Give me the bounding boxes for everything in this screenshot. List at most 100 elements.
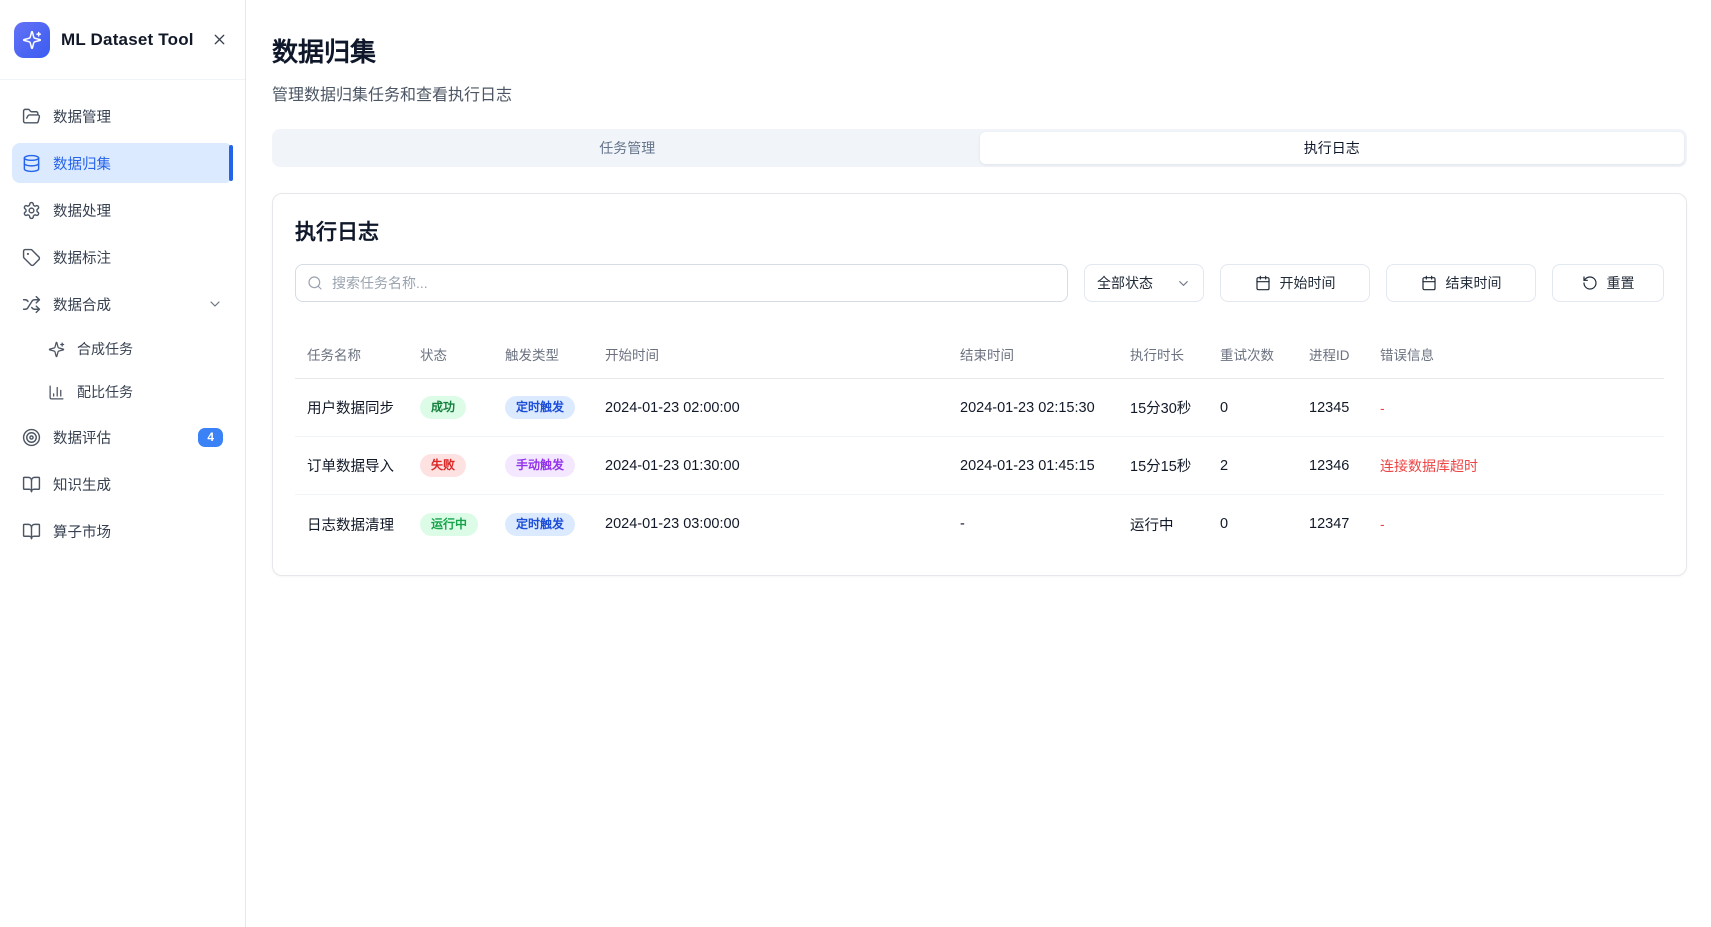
duration-cell: 15分30秒 [1118, 397, 1208, 418]
panel-title: 执行日志 [295, 216, 1664, 246]
tab-execution-logs[interactable]: 执行日志 [980, 132, 1685, 164]
status-badge: 失败 [420, 454, 466, 477]
column-header: 执行时长 [1118, 324, 1208, 378]
task-name-cell: 用户数据同步 [295, 397, 408, 418]
trigger-badge: 手动触发 [505, 454, 575, 477]
end-time-cell: 2024-01-23 02:15:30 [948, 400, 1118, 416]
sidebar-item-label: 数据归集 [53, 153, 111, 174]
reset-label: 重置 [1607, 273, 1635, 293]
book-icon [22, 522, 41, 541]
retry-count-cell: 0 [1208, 516, 1297, 532]
sidebar-item-ratio-task[interactable]: 配比任务 [12, 374, 233, 410]
rotate-ccw-icon [1582, 275, 1598, 291]
process-id-cell: 12347 [1297, 516, 1368, 532]
sidebar-item-data-evaluation[interactable]: 数据评估 4 [12, 417, 233, 457]
sidebar-nav: 数据管理 数据归集 数据处理 数据标注 数据合成 合成任务 配比任务 数据评估 … [0, 80, 245, 927]
trigger-cell: 定时触发 [493, 513, 593, 536]
sidebar-item-label: 数据评估 [53, 427, 111, 448]
sidebar-item-knowledge-gen[interactable]: 知识生成 [12, 464, 233, 504]
trigger-cell: 手动触发 [493, 454, 593, 477]
sidebar-item-label: 知识生成 [53, 474, 111, 495]
status-badge: 成功 [420, 396, 466, 419]
column-header: 任务名称 [295, 324, 408, 378]
retry-count-cell: 0 [1208, 400, 1297, 416]
start-time-cell: 2024-01-23 01:30:00 [593, 458, 948, 474]
search-icon [307, 275, 323, 291]
sidebar-item-data-collection[interactable]: 数据归集 [12, 143, 233, 183]
log-table-body: 用户数据同步 成功 定时触发 2024-01-23 02:00:00 2024-… [295, 379, 1664, 553]
log-table-header: 任务名称状态触发类型开始时间结束时间执行时长重试次数进程ID错误信息 [295, 324, 1664, 379]
sparkles-icon [48, 341, 65, 358]
folder-icon [22, 107, 41, 126]
search-input[interactable] [295, 264, 1068, 302]
column-header: 错误信息 [1368, 324, 1664, 378]
status-cell: 成功 [408, 396, 493, 419]
reset-button[interactable]: 重置 [1552, 264, 1664, 302]
duration-cell: 运行中 [1118, 514, 1208, 535]
filter-toolbar: 全部状态 开始时间 结束时间 重置 [295, 264, 1664, 302]
table-row: 用户数据同步 成功 定时触发 2024-01-23 02:00:00 2024-… [295, 379, 1664, 437]
status-filter-select[interactable]: 全部状态 [1084, 264, 1204, 302]
calendar-icon [1255, 275, 1271, 291]
process-id-cell: 12345 [1297, 400, 1368, 416]
column-header: 状态 [408, 324, 493, 378]
chevron-down-icon [207, 296, 223, 312]
task-name-cell: 订单数据导入 [295, 455, 408, 476]
sidebar-item-synthesis-task[interactable]: 合成任务 [12, 331, 233, 367]
search-field-wrap [295, 264, 1068, 302]
end-time-cell: 2024-01-23 01:45:15 [948, 458, 1118, 474]
sidebar-item-label: 数据标注 [53, 247, 111, 268]
sidebar-item-label: 数据处理 [53, 200, 111, 221]
sidebar-item-operator-market[interactable]: 算子市场 [12, 511, 233, 551]
sidebar-item-label: 数据管理 [53, 106, 111, 127]
tag-icon [22, 248, 41, 267]
main-content: 数据归集 管理数据归集任务和查看执行日志 任务管理 执行日志 执行日志 全部状态… [246, 0, 1711, 927]
end-time-button[interactable]: 结束时间 [1386, 264, 1536, 302]
log-table: 任务名称状态触发类型开始时间结束时间执行时长重试次数进程ID错误信息 用户数据同… [295, 324, 1664, 553]
sidebar-item-data-synthesis[interactable]: 数据合成 [12, 284, 233, 324]
column-header: 进程ID [1297, 324, 1368, 378]
execution-log-panel: 执行日志 全部状态 开始时间 结束时间 [272, 193, 1687, 576]
retry-count-cell: 2 [1208, 458, 1297, 474]
page-subtitle: 管理数据归集任务和查看执行日志 [272, 81, 1687, 105]
status-filter-value: 全部状态 [1097, 273, 1153, 293]
tab-task-management[interactable]: 任务管理 [275, 132, 980, 164]
start-time-button[interactable]: 开始时间 [1220, 264, 1370, 302]
sidebar-item-data-processing[interactable]: 数据处理 [12, 190, 233, 230]
process-id-cell: 12346 [1297, 458, 1368, 474]
count-badge: 4 [198, 428, 223, 447]
calendar-icon [1421, 275, 1437, 291]
column-header: 开始时间 [593, 324, 948, 378]
sidebar-item-label: 配比任务 [77, 382, 133, 402]
status-cell: 失败 [408, 454, 493, 477]
close-icon [211, 31, 228, 48]
start-time-cell: 2024-01-23 03:00:00 [593, 516, 948, 532]
sidebar-item-data-management[interactable]: 数据管理 [12, 96, 233, 136]
start-time-label: 开始时间 [1280, 273, 1336, 293]
trigger-badge: 定时触发 [505, 513, 575, 536]
status-badge: 运行中 [420, 513, 478, 536]
gear-icon [22, 201, 41, 220]
app-title: ML Dataset Tool [61, 30, 194, 50]
app-logo [14, 22, 50, 58]
error-message-cell: - [1368, 400, 1664, 416]
table-row: 订单数据导入 失败 手动触发 2024-01-23 01:30:00 2024-… [295, 437, 1664, 495]
error-message-cell: - [1368, 516, 1664, 532]
sidebar-item-label: 算子市场 [53, 521, 111, 542]
sidebar-close-button[interactable] [207, 28, 231, 52]
database-icon [22, 154, 41, 173]
task-name-cell: 日志数据清理 [295, 514, 408, 535]
sidebar-item-label: 合成任务 [77, 339, 133, 359]
status-cell: 运行中 [408, 513, 493, 536]
trigger-cell: 定时触发 [493, 396, 593, 419]
column-header: 重试次数 [1208, 324, 1297, 378]
column-header: 结束时间 [948, 324, 1118, 378]
app-root: ML Dataset Tool 数据管理 数据归集 数据处理 数据标注 数据合成… [0, 0, 1711, 927]
target-icon [22, 428, 41, 447]
trigger-badge: 定时触发 [505, 396, 575, 419]
chevron-down-icon [1176, 276, 1191, 291]
duration-cell: 15分15秒 [1118, 455, 1208, 476]
sidebar-header: ML Dataset Tool [0, 0, 245, 80]
sidebar-item-data-labeling[interactable]: 数据标注 [12, 237, 233, 277]
page-title: 数据归集 [272, 32, 1687, 69]
